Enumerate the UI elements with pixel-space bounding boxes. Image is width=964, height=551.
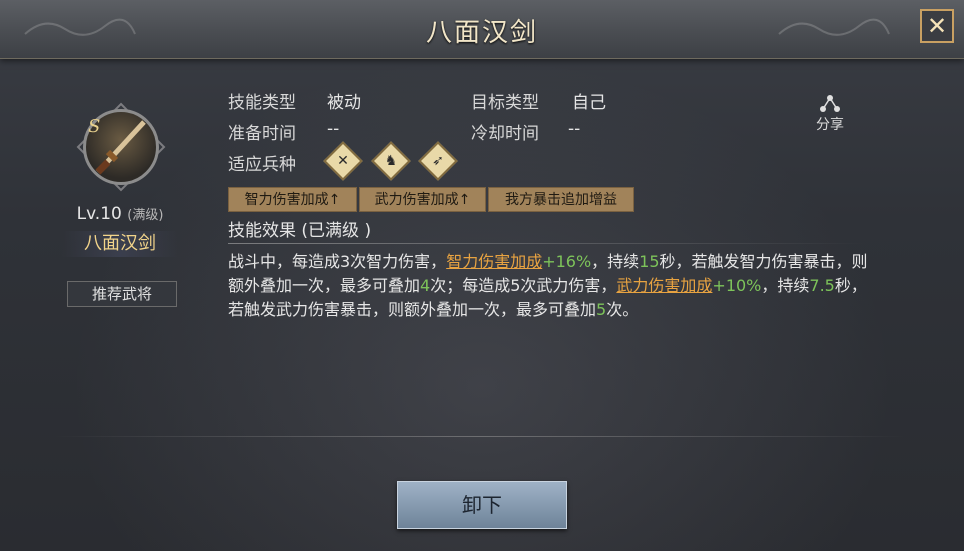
level-max-text: (满级) (127, 208, 164, 223)
desc-text: ，持续 (591, 252, 640, 271)
int-damage-bonus-link[interactable]: 智力伤害加成 (446, 252, 542, 271)
share-label: 分享 (816, 117, 844, 133)
effect-title: 技能效果 (已满级 ) (228, 221, 372, 241)
share-icon (820, 95, 840, 112)
cooldown-value: -- (568, 119, 581, 139)
close-icon: ✕ (926, 12, 948, 40)
cooldown-label: 冷却时间 (471, 124, 539, 144)
level-text: Lv.10 (76, 204, 122, 224)
desc-value: 5 (596, 300, 607, 319)
skill-type-label: 技能类型 (228, 93, 296, 113)
title-bar: 八面汉剑 ✕ (0, 0, 964, 59)
desc-value: +10% (712, 276, 762, 295)
desc-value: 15 (639, 252, 660, 271)
divider (52, 436, 908, 437)
recommend-generals-button[interactable]: 推荐武将 (67, 281, 177, 307)
desc-value: 4 (420, 276, 431, 295)
share-button[interactable]: 分享 (808, 94, 852, 134)
target-type-label: 目标类型 (471, 93, 539, 113)
skill-tag: 智力伤害加成↑ (228, 187, 357, 212)
cloud-ornament-icon (778, 18, 890, 36)
weapon-icon-frame[interactable]: S (76, 102, 166, 192)
weapon-name: 八面汉剑 (62, 231, 178, 257)
troop-type-label: 适应兵种 (228, 155, 296, 175)
archer-icon: ➶ (418, 141, 458, 181)
desc-value: 7.5 (809, 276, 835, 295)
skill-tag: 我方暴击追加增益 (488, 187, 634, 212)
prep-time-label: 准备时间 (228, 124, 296, 144)
desc-text: 次。 (606, 300, 639, 319)
prep-time-value: -- (327, 119, 340, 139)
str-damage-bonus-link[interactable]: 武力伤害加成 (616, 276, 712, 295)
skill-tag: 武力伤害加成↑ (359, 187, 486, 212)
desc-text: 次；每造成5次武力伤害， (430, 276, 617, 295)
desc-value: +16% (542, 252, 592, 271)
infantry-icon: ✕ (323, 141, 363, 181)
cavalry-icon: ♞ (371, 141, 411, 181)
grade-badge: S (88, 116, 101, 137)
divider (228, 243, 868, 244)
skill-description: 战斗中，每造成3次智力伤害，智力伤害加成+16%，持续15秒，若触发智力伤害暴击… (228, 250, 868, 322)
target-type-value: 自己 (572, 93, 606, 113)
desc-text: 战斗中，每造成3次智力伤害， (228, 252, 447, 271)
desc-text: ，持续 (761, 276, 810, 295)
skill-type-value: 被动 (327, 93, 361, 113)
weapon-level: Lv.10 (满级) (60, 204, 180, 224)
close-button[interactable]: ✕ (920, 9, 954, 43)
unequip-button[interactable]: 卸下 (397, 481, 567, 529)
